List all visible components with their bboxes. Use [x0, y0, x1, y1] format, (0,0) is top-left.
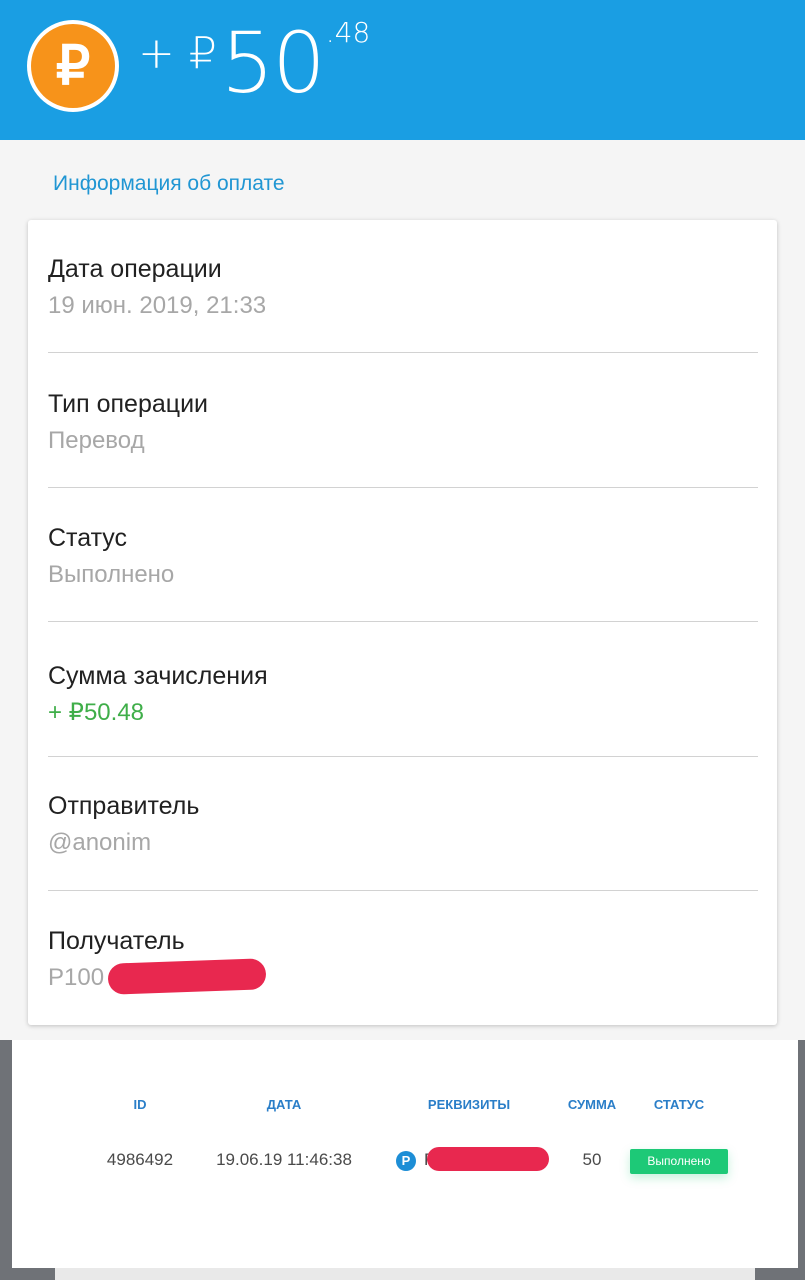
- detail-value[interactable]: 19 июн. 2019, 21:33: [48, 291, 758, 321]
- amount-sign: + ₽: [138, 28, 217, 79]
- redaction-mark: [427, 1147, 549, 1171]
- detail-label: Статус: [48, 524, 128, 552]
- table-cell-amount: 50: [582, 1150, 602, 1169]
- detail-value[interactable]: Выполнено: [48, 560, 758, 590]
- column-header-requisites[interactable]: РЕКВИЗИТЫ: [428, 1097, 510, 1112]
- redaction-mark: [107, 958, 267, 995]
- column-header-id[interactable]: ID: [134, 1097, 147, 1112]
- table-cell-date: 19.06.19 11:46:38: [216, 1150, 352, 1169]
- column-header-amount[interactable]: СУММА: [568, 1097, 616, 1112]
- column-header-date[interactable]: ДАТА: [267, 1097, 302, 1112]
- detail-label: Отправитель: [48, 792, 200, 820]
- divider: [48, 352, 758, 353]
- amount-integer: 50: [220, 14, 326, 112]
- detail-row-status: Статус Выполнено: [48, 523, 758, 590]
- detail-label: Тип операции: [48, 390, 209, 418]
- divider: [48, 487, 758, 488]
- column-header-status[interactable]: СТАТУС: [654, 1097, 704, 1112]
- detail-label: Дата операции: [48, 255, 222, 283]
- detail-value[interactable]: Перевод: [48, 426, 758, 456]
- detail-value[interactable]: @anonim: [48, 828, 758, 858]
- payeer-p-icon: P: [396, 1151, 416, 1171]
- detail-value-amount[interactable]: + ₽50.48: [48, 698, 758, 728]
- status-badge: Выполнено: [630, 1149, 728, 1174]
- divider: [48, 756, 758, 757]
- section-title: Информация об оплате: [53, 172, 285, 195]
- divider: [48, 621, 758, 622]
- ruble-glyph: ₽: [31, 24, 115, 108]
- detail-row-type: Тип операции Перевод: [48, 389, 758, 456]
- payment-info-card: Дата операции 19 июн. 2019, 21:33 Тип оп…: [28, 220, 777, 1025]
- detail-row-date: Дата операции 19 июн. 2019, 21:33: [48, 254, 758, 321]
- ruble-coin-icon: ₽: [27, 20, 119, 112]
- detail-label: Сумма зачисления: [48, 662, 268, 690]
- detail-label: Получатель: [48, 927, 185, 955]
- header-amount: + ₽50.48: [138, 14, 370, 112]
- table-background-strip: [55, 1268, 755, 1280]
- payment-header: ₽ + ₽50.48: [0, 0, 805, 140]
- detail-row-sender: Отправитель @anonim: [48, 791, 758, 858]
- divider: [48, 890, 758, 891]
- detail-row-amount: Сумма зачисления + ₽50.48: [48, 661, 758, 728]
- table-cell-id: 4986492: [106, 1150, 174, 1169]
- amount-fraction: .48: [325, 16, 371, 49]
